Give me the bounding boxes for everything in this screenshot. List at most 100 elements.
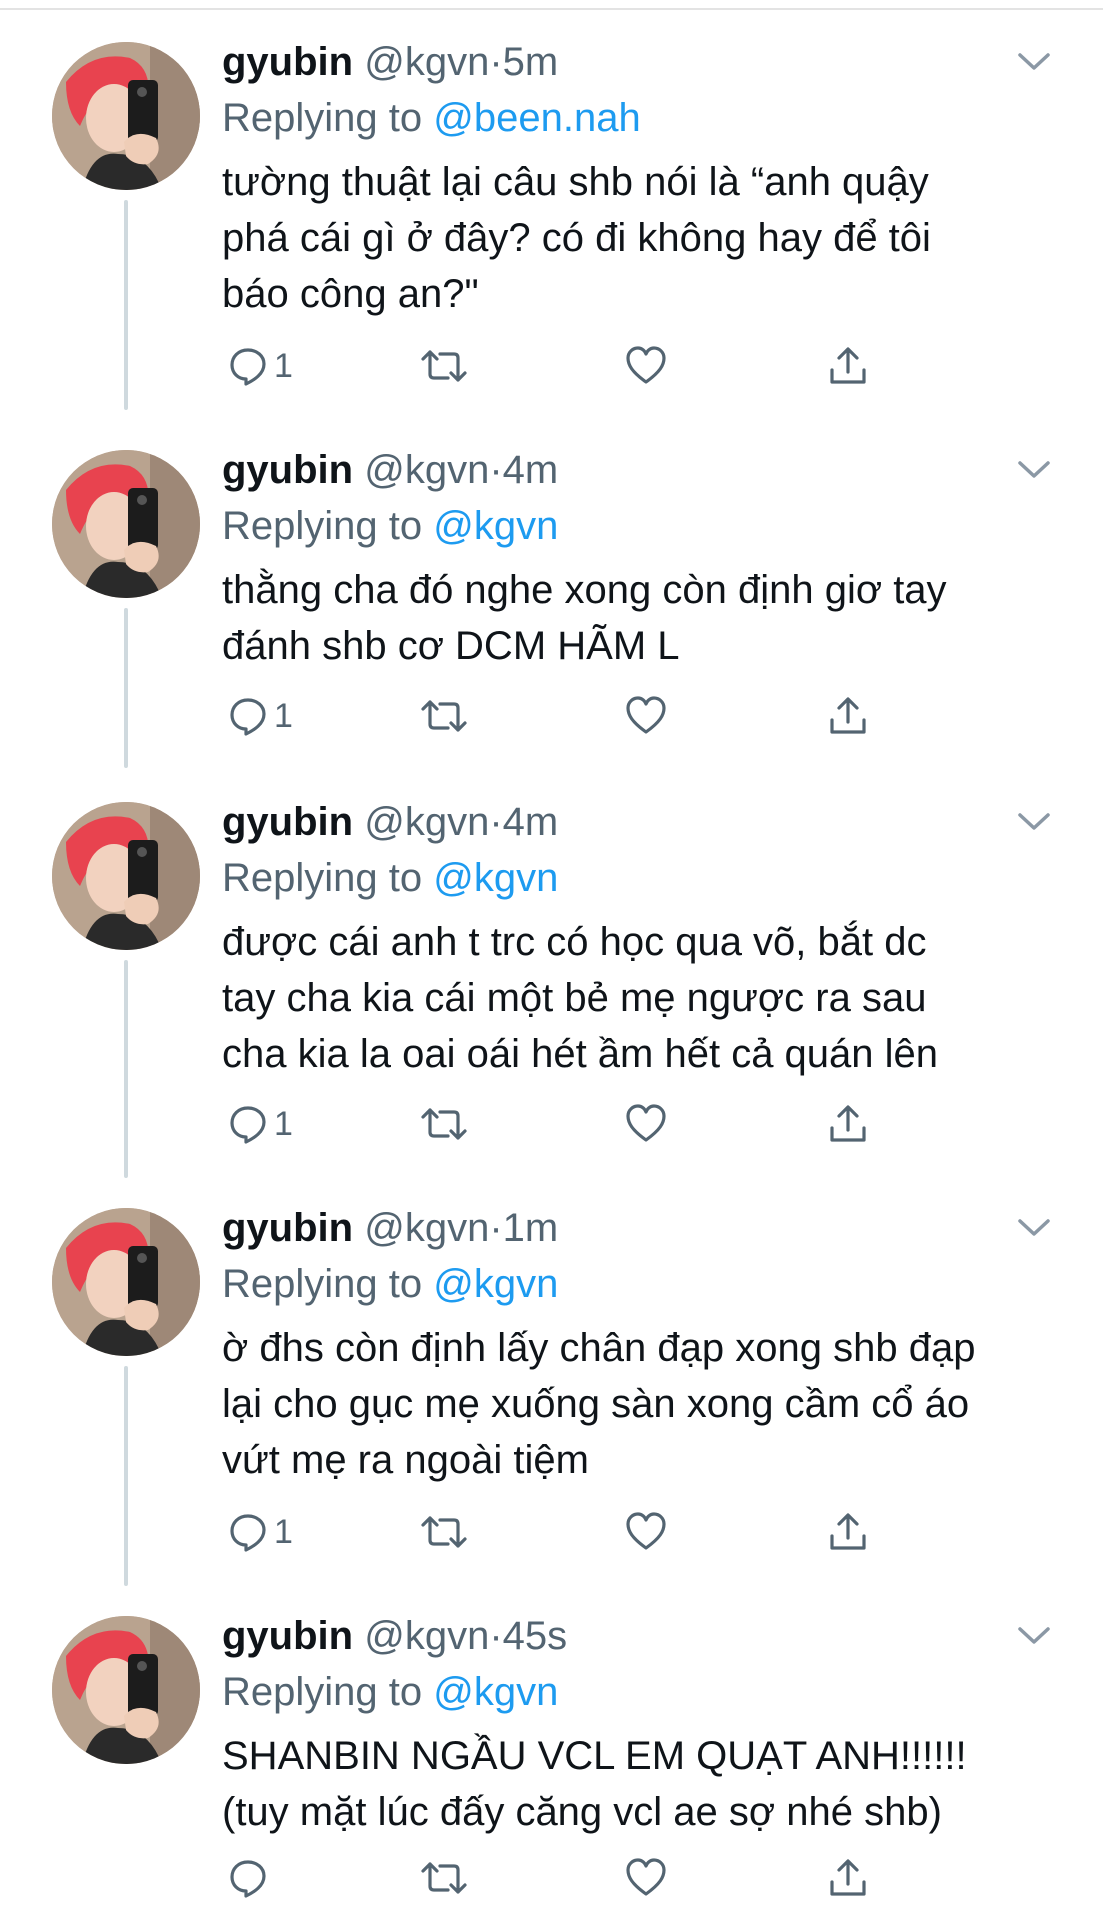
retweet-button[interactable] bbox=[420, 1506, 468, 1558]
separator-dot: · bbox=[489, 1206, 503, 1250]
reply-button[interactable]: 1 bbox=[226, 690, 293, 742]
tweet-text-line: cha kia la oai oái hét ầm hết cả quán lê… bbox=[222, 1032, 939, 1076]
mention-link[interactable]: @been.nah bbox=[433, 96, 640, 140]
author-handle[interactable]: @kgvn bbox=[364, 1614, 489, 1658]
reply-button[interactable]: 1 bbox=[226, 1506, 293, 1558]
share-button[interactable] bbox=[826, 1098, 870, 1150]
chevron-down-icon[interactable] bbox=[1014, 46, 1054, 76]
tweet-text: thằng cha đó nghe xong còn định giơ tay … bbox=[222, 562, 1072, 674]
like-button[interactable] bbox=[624, 1506, 668, 1558]
avatar[interactable] bbox=[52, 42, 200, 190]
replying-prefix: Replying to bbox=[222, 96, 423, 140]
avatar[interactable] bbox=[52, 450, 200, 598]
reply-button[interactable]: 1 bbox=[226, 340, 293, 392]
retweet-icon bbox=[421, 1516, 467, 1548]
tweet[interactable]: gyubin @kgvn·4m Replying to @kgvn được c… bbox=[0, 770, 1103, 1178]
thread-line bbox=[124, 960, 128, 1178]
replying-prefix: Replying to bbox=[222, 504, 423, 548]
avatar[interactable] bbox=[52, 802, 200, 950]
like-icon bbox=[626, 1512, 666, 1550]
mention-link[interactable]: @kgvn bbox=[433, 1670, 558, 1714]
avatar-image bbox=[52, 450, 200, 598]
chevron-down-icon[interactable] bbox=[1014, 1620, 1054, 1650]
retweet-button[interactable] bbox=[420, 340, 468, 392]
tweet-header: gyubin @kgvn·4m bbox=[222, 444, 558, 496]
share-icon bbox=[830, 1513, 866, 1550]
author-name[interactable]: gyubin bbox=[222, 800, 353, 844]
share-button[interactable] bbox=[826, 340, 870, 392]
tweet[interactable]: gyubin @kgvn·5m Replying to @been.nah tư… bbox=[0, 10, 1103, 410]
tweet-text-line: SHANBIN NGẦU VCL EM QUẠT ANH!!!!!! bbox=[222, 1734, 967, 1778]
reply-count: 1 bbox=[274, 1105, 293, 1143]
tweet-actions: 1 bbox=[222, 1506, 922, 1558]
tweet-text-line: thằng cha đó nghe xong còn định giơ tay bbox=[222, 568, 947, 612]
chevron-down-icon[interactable] bbox=[1014, 454, 1054, 484]
tweet-text-line: (tuy mặt lúc đấy căng vcl ae sợ nhé shb) bbox=[222, 1790, 942, 1834]
author-handle[interactable]: @kgvn bbox=[364, 800, 489, 844]
tweet-header: gyubin @kgvn·45s bbox=[222, 1610, 567, 1662]
timestamp[interactable]: 5m bbox=[503, 40, 559, 84]
like-button[interactable] bbox=[624, 1852, 668, 1904]
chevron-down-icon[interactable] bbox=[1014, 1212, 1054, 1242]
like-icon bbox=[626, 1858, 666, 1896]
share-button[interactable] bbox=[826, 1506, 870, 1558]
tweet-text: được cái anh t trc có học qua võ, bắt dc… bbox=[222, 914, 1072, 1082]
replying-to: Replying to @kgvn bbox=[222, 852, 558, 904]
author-name[interactable]: gyubin bbox=[222, 448, 353, 492]
avatar-image bbox=[52, 42, 200, 190]
timestamp[interactable]: 4m bbox=[503, 800, 559, 844]
mention-link[interactable]: @kgvn bbox=[433, 504, 558, 548]
timestamp[interactable]: 1m bbox=[503, 1206, 559, 1250]
author-name[interactable]: gyubin bbox=[222, 1206, 353, 1250]
author-handle[interactable]: @kgvn bbox=[364, 1206, 489, 1250]
avatar-image bbox=[52, 1208, 200, 1356]
author-name[interactable]: gyubin bbox=[222, 1614, 353, 1658]
tweet[interactable]: gyubin @kgvn·1m Replying to @kgvn ờ đhs … bbox=[0, 1176, 1103, 1586]
thread-line bbox=[124, 200, 128, 410]
retweet-icon bbox=[421, 1862, 467, 1894]
avatar-image bbox=[52, 1616, 200, 1764]
chevron-down-icon[interactable] bbox=[1014, 806, 1054, 836]
like-button[interactable] bbox=[624, 340, 668, 392]
share-button[interactable] bbox=[826, 690, 870, 742]
mention-link[interactable]: @kgvn bbox=[433, 1262, 558, 1306]
like-button[interactable] bbox=[624, 1098, 668, 1150]
replying-to: Replying to @kgvn bbox=[222, 500, 558, 552]
replying-to: Replying to @been.nah bbox=[222, 92, 641, 144]
replying-to: Replying to @kgvn bbox=[222, 1258, 558, 1310]
thread-line bbox=[124, 608, 128, 768]
reply-count: 1 bbox=[274, 697, 293, 735]
retweet-icon bbox=[421, 700, 467, 732]
avatar[interactable] bbox=[52, 1208, 200, 1356]
like-icon bbox=[626, 346, 666, 384]
reply-button[interactable]: 1 bbox=[226, 1098, 293, 1150]
retweet-button[interactable] bbox=[420, 1098, 468, 1150]
tweet[interactable]: gyubin @kgvn·4m Replying to @kgvn thằng … bbox=[0, 418, 1103, 768]
separator-dot: · bbox=[489, 1614, 503, 1658]
retweet-button[interactable] bbox=[420, 1852, 468, 1904]
timestamp[interactable]: 4m bbox=[503, 448, 559, 492]
tweet-header: gyubin @kgvn·5m bbox=[222, 36, 558, 88]
tweet-text: ờ đhs còn định lấy chân đạp xong shb đạp… bbox=[222, 1320, 1072, 1488]
timestamp[interactable]: 45s bbox=[503, 1614, 568, 1658]
mention-link[interactable]: @kgvn bbox=[433, 856, 558, 900]
reply-count: 1 bbox=[274, 347, 293, 385]
like-button[interactable] bbox=[624, 690, 668, 742]
author-handle[interactable]: @kgvn bbox=[364, 448, 489, 492]
tweet[interactable]: gyubin @kgvn·45s Replying to @kgvn SHANB… bbox=[0, 1584, 1103, 1920]
retweet-button[interactable] bbox=[420, 690, 468, 742]
reply-button[interactable] bbox=[226, 1852, 274, 1904]
separator-dot: · bbox=[489, 448, 503, 492]
separator-dot: · bbox=[489, 800, 503, 844]
reply-icon bbox=[230, 698, 266, 736]
share-button[interactable] bbox=[826, 1852, 870, 1904]
tweet-actions: 1 bbox=[222, 690, 922, 742]
avatar[interactable] bbox=[52, 1616, 200, 1764]
share-icon bbox=[830, 347, 866, 384]
replying-prefix: Replying to bbox=[222, 1262, 423, 1306]
reply-icon bbox=[230, 1860, 266, 1898]
share-icon bbox=[830, 697, 866, 734]
author-handle[interactable]: @kgvn bbox=[364, 40, 489, 84]
author-name[interactable]: gyubin bbox=[222, 40, 353, 84]
separator-dot: · bbox=[489, 40, 503, 84]
